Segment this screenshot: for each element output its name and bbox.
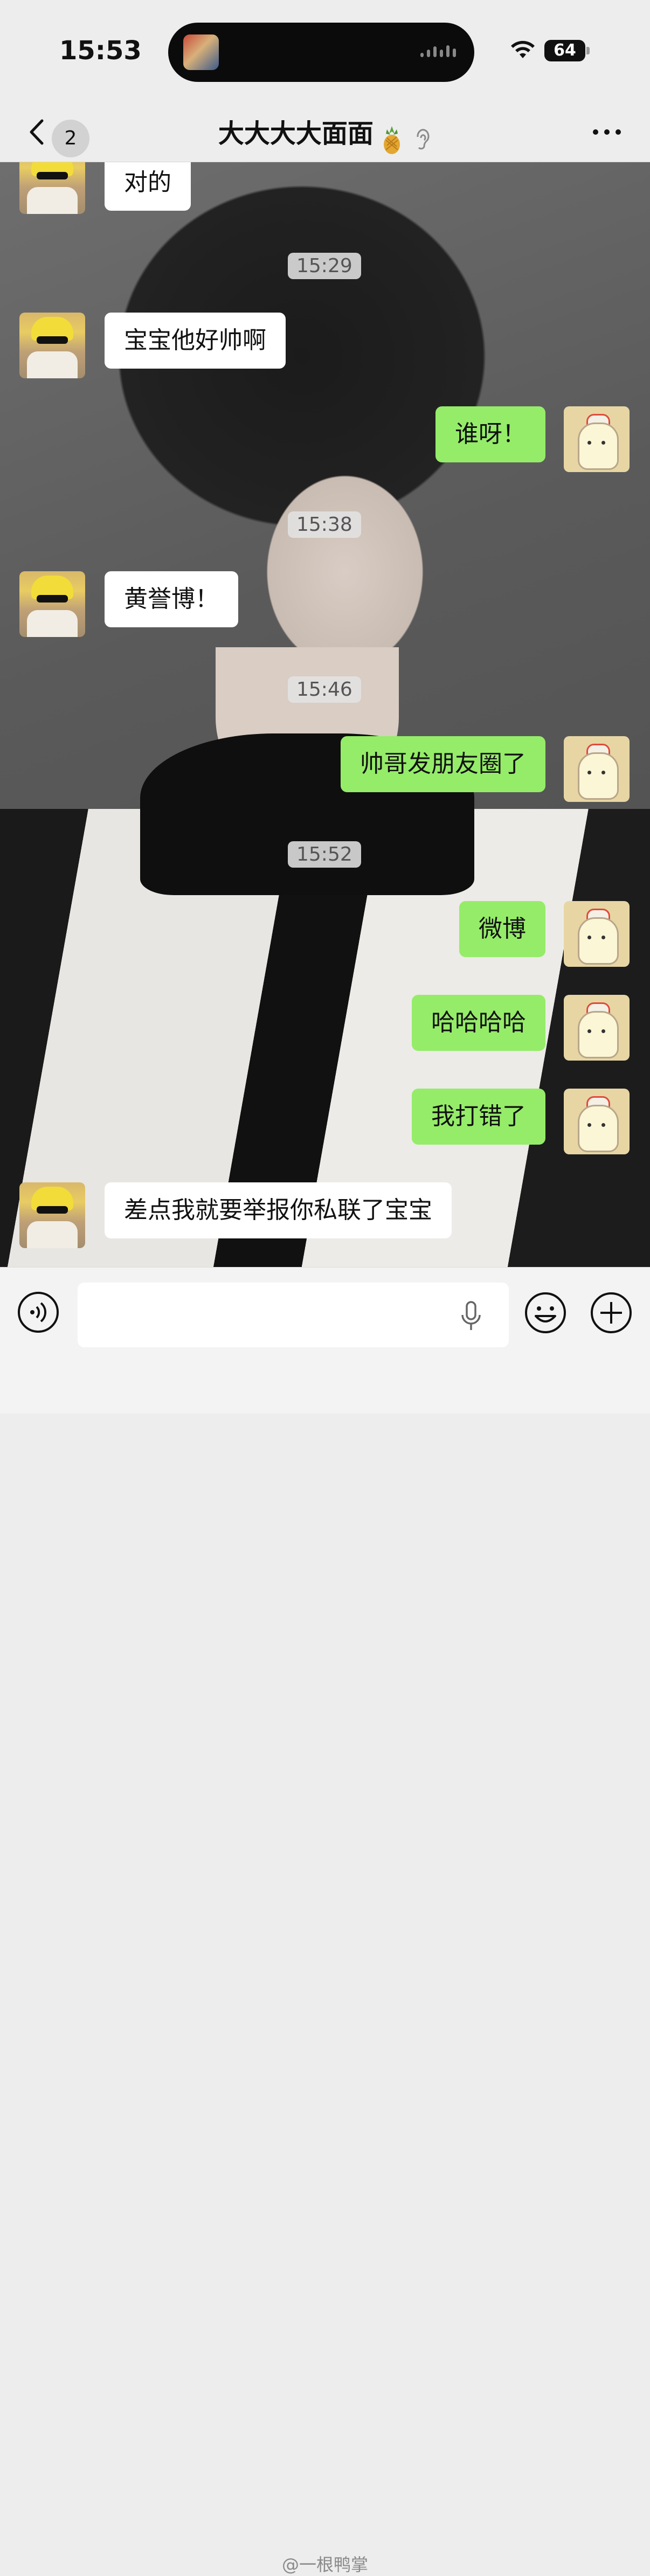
sent-message[interactable]: 哈哈哈哈 bbox=[412, 995, 545, 1051]
microphone-icon[interactable] bbox=[459, 1301, 483, 1331]
contact-avatar[interactable] bbox=[19, 313, 85, 378]
wifi-icon bbox=[511, 40, 535, 58]
timestamp-divider: 15:38 bbox=[288, 511, 361, 538]
sent-message[interactable]: 我打错了 bbox=[412, 1089, 545, 1145]
battery-tip bbox=[586, 47, 590, 54]
more-functions-plus-icon[interactable] bbox=[590, 1291, 633, 1334]
received-message[interactable]: 对的 bbox=[105, 162, 191, 211]
chat-area[interactable]: 对的 15:29 宝宝他好帅啊 谁呀！ 15:38 黄誉博！ 15:46 帅哥发… bbox=[0, 162, 650, 1267]
my-avatar[interactable] bbox=[564, 901, 630, 967]
more-options-icon[interactable] bbox=[592, 128, 622, 136]
battery-indicator: 64 bbox=[544, 40, 585, 61]
timestamp-divider: 15:29 bbox=[288, 253, 361, 279]
dynamic-island[interactable] bbox=[168, 23, 474, 82]
received-message[interactable]: 宝宝他好帅啊 bbox=[105, 313, 286, 369]
audio-wave-icon bbox=[420, 45, 456, 57]
earpiece-mode-icon bbox=[417, 128, 430, 149]
now-playing-artwork[interactable] bbox=[183, 34, 219, 70]
watermark-text: @一根鸭掌 bbox=[281, 2554, 368, 2575]
sent-message[interactable]: 帅哥发朋友圈了 bbox=[341, 736, 545, 792]
message-text-input[interactable] bbox=[78, 1283, 509, 1347]
contact-avatar[interactable] bbox=[19, 162, 85, 214]
status-bar: 15:53 64 bbox=[0, 0, 650, 102]
message-input-bar: @一根鸭掌 bbox=[0, 1267, 650, 2575]
sent-message[interactable]: 微博 bbox=[459, 901, 545, 957]
chat-nav-bar: 2 大大大大面面 bbox=[0, 102, 650, 162]
my-avatar[interactable] bbox=[564, 1089, 630, 1154]
received-message[interactable]: 黄誉博！ bbox=[105, 571, 238, 627]
chat-title-wrap: 大大大大面面 bbox=[0, 112, 650, 155]
my-avatar[interactable] bbox=[564, 995, 630, 1061]
contact-avatar[interactable] bbox=[19, 1182, 85, 1248]
chat-title[interactable]: 大大大大面面 bbox=[218, 119, 374, 149]
my-avatar[interactable] bbox=[564, 406, 630, 472]
emoji-icon[interactable] bbox=[524, 1291, 567, 1334]
sent-message[interactable]: 谁呀！ bbox=[435, 406, 545, 462]
received-message[interactable]: 差点我就要举报你私联了宝宝 bbox=[105, 1182, 452, 1238]
timestamp-divider: 15:52 bbox=[288, 841, 361, 868]
voice-message-icon[interactable] bbox=[17, 1291, 59, 1333]
my-avatar[interactable] bbox=[564, 736, 630, 802]
watermark: @一根鸭掌 bbox=[0, 2551, 650, 2576]
timestamp-divider: 15:46 bbox=[288, 676, 361, 703]
contact-avatar[interactable] bbox=[19, 571, 85, 637]
pineapple-icon bbox=[384, 126, 400, 154]
status-time: 15:53 bbox=[59, 36, 142, 66]
